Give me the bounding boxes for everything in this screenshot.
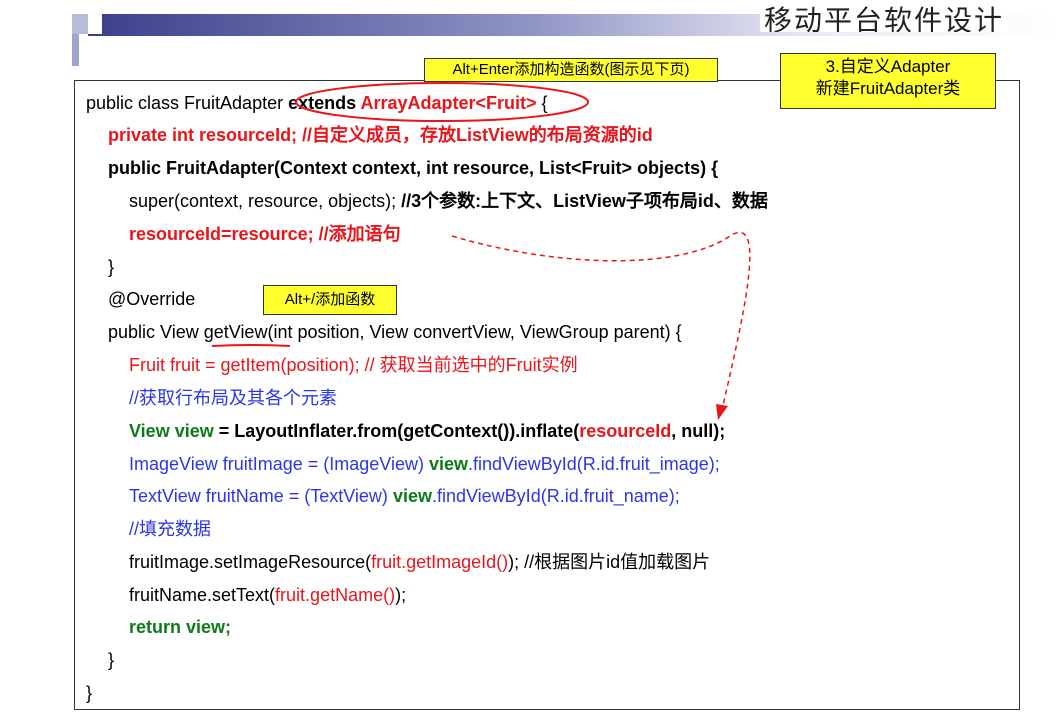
code-line-constructor: public FruitAdapter(Context context, int… [108,158,719,178]
code-view-var: view [392,486,432,506]
code-line-comment-layout: //获取行布局及其各个元素 [129,388,338,408]
code-keyword-extends: extends [288,93,361,113]
callout-custom-adapter: 3.自定义Adapter 新建FruitAdapter类 [780,53,996,109]
code-superclass: ArrayAdapter<Fruit> [360,93,537,113]
code-method-getview: getView [203,322,268,342]
code-line-assign: resourceId=resource; //添加语句 [129,224,401,244]
code-getimageid: fruit.getImageId() [371,552,509,572]
callout-alt-slash: Alt+/添加函数 [263,285,397,315]
code-text: ); [395,585,407,605]
code-text: public View [108,322,204,342]
code-text: ImageView fruitImage = (ImageView) [129,454,429,474]
code-comment: //3个参数:上下文、ListView子项布局id、数据 [401,191,768,211]
code-text: fruitName.setText( [129,585,276,605]
code-text: ); //根据图片id值加载图片 [508,552,711,572]
header-square-white [88,14,102,34]
code-resourceid: resourceId [579,421,672,441]
slide-title: 移动平台软件设计 [759,6,1008,32]
code-text: TextView fruitName = (TextView) [129,486,393,506]
code-line-imageview: ImageView fruitImage = (ImageView) view.… [129,453,720,475]
code-line-getview: public View getView(int position, View c… [108,321,682,343]
code-line-getitem: Fruit fruit = getItem(position); // 获取当前… [129,355,578,375]
code-text: { [536,93,548,113]
code-line-comment-fill: //填充数据 [129,519,212,539]
code-view-var: View view [129,421,214,441]
code-line-brace: } [108,257,115,277]
code-line-super: super(context, resource, objects); //3个参… [129,190,768,212]
code-line-field: private int resourceId; //自定义成员，存放ListVi… [108,125,653,145]
code-line-inflate: View view = LayoutInflater.from(getConte… [129,420,725,442]
code-line-override: @Override [108,289,196,309]
code-text: fruitImage.setImageResource( [129,552,372,572]
callout-alt-enter: Alt+Enter添加构造函数(图示见下页) [424,58,718,82]
header-vertical-bar [72,34,79,66]
callout-adapter-line2: 新建FruitAdapter类 [815,79,961,98]
code-line-brace: } [86,683,93,703]
header-square [72,14,88,34]
code-text: , null); [671,421,726,441]
code-text: .findViewById(R.id.fruit_image); [468,454,720,474]
code-getname: fruit.getName() [275,585,396,605]
code-text: (int position, View convertView, ViewGro… [267,322,682,342]
code-line-settext: fruitName.setText(fruit.getName()); [129,584,406,606]
callout-adapter-line1: 3.自定义Adapter [825,57,951,76]
code-line-brace: } [108,650,115,670]
code-text: = LayoutInflater.from(getContext()).infl… [213,421,580,441]
code-text: super(context, resource, objects); [129,191,402,211]
code-line-return: return view; [129,617,232,637]
code-text: public class FruitAdapter [86,93,289,113]
code-line-class-decl: public class FruitAdapter extends ArrayA… [86,92,548,114]
code-line-textview: TextView fruitName = (TextView) view.fin… [129,485,680,507]
code-text: .findViewById(R.id.fruit_name); [431,486,680,506]
code-line-setimage: fruitImage.setImageResource(fruit.getIma… [129,551,710,573]
code-view-var: view [428,454,469,474]
